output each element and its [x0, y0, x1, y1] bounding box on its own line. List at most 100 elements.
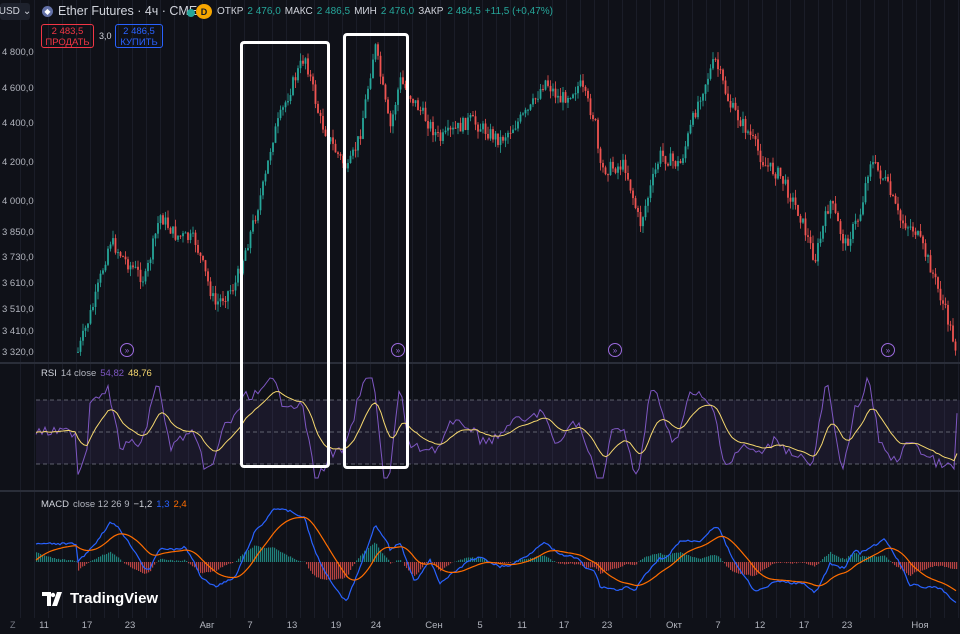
chart-canvas[interactable] [0, 0, 960, 634]
rsi-legend[interactable]: RSI 14 close 54,82 48,76 [41, 368, 152, 379]
macd-histogram-bar [256, 545, 258, 562]
macd-histogram-bar [158, 560, 160, 562]
macd-histogram-bar [828, 554, 830, 562]
time-label: 23 [601, 620, 613, 631]
candle-body [474, 116, 477, 125]
macd-histogram-bar [184, 559, 186, 562]
macd-histogram-bar [822, 559, 824, 562]
macd-histogram-bar [624, 562, 626, 565]
macd-legend[interactable]: MACD close 12 26 9 −1,2 1,3 2,4 [41, 499, 187, 510]
macd-histogram-bar [602, 562, 604, 574]
symbol-title[interactable]: ◆ Ether Futures · 4ч · CME [42, 4, 197, 18]
currency-selector[interactable]: USD ⌄ [0, 3, 31, 20]
candle-body [904, 223, 907, 229]
candle-body [679, 161, 682, 164]
macd-histogram-bar [76, 561, 78, 562]
candle-body [592, 115, 594, 120]
macd-histogram-bar [276, 549, 278, 562]
candle-body [842, 234, 844, 244]
macd-histogram-bar [920, 562, 922, 571]
candle-body [82, 330, 84, 341]
candle-body [499, 136, 502, 145]
macd-histogram-bar [168, 560, 170, 562]
price-label: 4 800,0 [2, 47, 34, 58]
macd-histogram-bar [414, 562, 416, 576]
candle-body [702, 93, 704, 101]
event-arrow-icon[interactable]: » [120, 343, 134, 357]
macd-histogram-bar [892, 562, 894, 564]
macd-histogram-bar [112, 553, 114, 562]
market-status-dot [187, 9, 195, 17]
macd-histogram-bar [404, 562, 406, 566]
macd-histogram-bar [560, 562, 562, 564]
candle-body [684, 146, 687, 159]
macd-histogram-bar [554, 561, 556, 562]
macd-histogram-bar [86, 562, 88, 564]
macd-histogram-bar [240, 556, 242, 562]
macd-histogram-bar [832, 553, 834, 562]
candle-body [457, 122, 459, 129]
macd-histogram-bar [294, 558, 296, 562]
macd-histogram-bar [274, 547, 276, 562]
macd-histogram-bar [396, 560, 398, 562]
candle-body [887, 176, 889, 182]
time-label: 5 [477, 620, 483, 631]
macd-histogram-bar [784, 562, 786, 563]
data-badge[interactable]: D [196, 4, 212, 19]
candle-body [167, 217, 169, 228]
macd-histogram-bar [50, 556, 52, 562]
buy-button[interactable]: 2 486,5 КУПИТЬ [115, 24, 163, 48]
candle-body [132, 265, 134, 268]
macd-histogram-bar [746, 562, 748, 575]
candle-body [634, 198, 637, 208]
macd-histogram-bar [792, 562, 794, 564]
macd-histogram-bar [280, 551, 282, 562]
candle-body [462, 117, 464, 132]
candle-body [197, 244, 199, 253]
open-label: ОТКР [217, 6, 244, 17]
candle-body [437, 132, 439, 134]
macd-histogram-bar [936, 562, 938, 566]
macd-histogram-bar [252, 547, 254, 562]
zoom-button[interactable]: Z [10, 620, 16, 630]
low-label: МИН [354, 6, 377, 17]
macd-histogram-bar [604, 562, 606, 572]
sell-button[interactable]: 2 483,5 ПРОДАТЬ [41, 24, 94, 48]
candle-body [712, 59, 714, 69]
macd-histogram-bar [128, 562, 130, 566]
event-arrow-icon[interactable]: » [881, 343, 895, 357]
macd-histogram-bar [806, 562, 808, 564]
candle-body [874, 162, 877, 164]
macd-histogram-bar [192, 562, 194, 567]
candle-body [732, 102, 734, 108]
macd-histogram-bar [178, 560, 180, 562]
macd-histogram-bar [690, 556, 692, 562]
event-arrow-icon[interactable]: » [608, 343, 622, 357]
macd-histogram-bar [504, 562, 506, 564]
candle-body [477, 124, 479, 132]
candle-body [764, 165, 767, 167]
candle-body [537, 98, 539, 100]
candle-body [849, 238, 852, 246]
macd-histogram-bar [592, 562, 594, 568]
macd-histogram-bar [840, 558, 842, 562]
macd-histogram-bar [950, 562, 952, 569]
candle-body [689, 124, 692, 134]
price-label: 3 510,0 [2, 304, 34, 315]
macd-histogram-bar [236, 560, 238, 562]
macd-histogram-bar [180, 560, 182, 562]
macd-histogram-bar [548, 557, 550, 562]
macd-histogram-bar [200, 562, 202, 573]
candle-body [542, 89, 544, 91]
macd-histogram-bar [84, 562, 86, 566]
macd-histogram-bar [266, 548, 268, 562]
candle-body [844, 238, 847, 244]
candle-body [512, 129, 514, 134]
candle-body [667, 163, 669, 166]
candle-body [807, 235, 809, 237]
macd-histogram-bar [164, 559, 166, 562]
macd-histogram-bar [730, 562, 732, 570]
candle-body [749, 131, 752, 135]
tradingview-logo[interactable]: TradingView [42, 590, 158, 607]
macd-histogram-bar [230, 562, 232, 564]
